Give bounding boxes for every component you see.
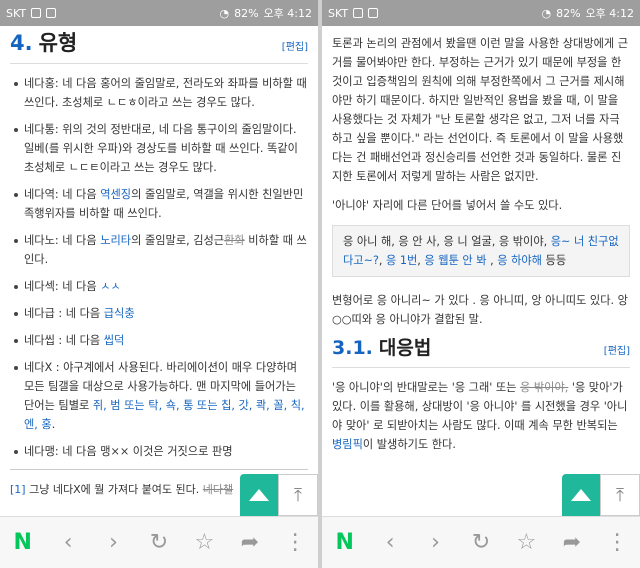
browser-toolbar: N ‹ › ↻ ☆ ➦ ⋮ — [0, 516, 318, 568]
reload-icon[interactable]: ↻ — [466, 530, 496, 555]
paragraph: '아니야' 자리에 다른 단어를 넣어서 쓸 수도 있다. — [332, 199, 563, 212]
forward-icon[interactable]: › — [421, 530, 451, 555]
paragraph: 변형어로 응 아니리~ 가 있다 . 응 아니띠, 앙 아니띠도 있다. 앙○○… — [332, 294, 628, 326]
wiki-link[interactable]: 씹덕 — [104, 334, 125, 347]
triangle-up-icon — [249, 489, 269, 501]
wiki-link[interactable]: 노리타 — [100, 234, 131, 247]
carrier-label: SKT — [6, 6, 27, 20]
floating-buttons: ⤒ — [240, 474, 318, 516]
section-title: 유형 — [38, 31, 78, 55]
edit-link[interactable]: [편집] — [604, 342, 630, 361]
section-number: 4. — [10, 31, 33, 55]
list-item: 네다홍: 네 다음 홍어의 줄임말로, 전라도와 좌파를 비하할 때 쓰인다. … — [14, 74, 308, 112]
more-icon[interactable]: ⋮ — [602, 530, 632, 555]
wiki-link[interactable]: 응 하야해 — [497, 254, 542, 267]
triangle-up-icon — [571, 489, 591, 501]
paragraph: 토론과 논리의 관점에서 봤을땐 이런 말을 사용한 상대방에게 근거를 물어봐… — [332, 37, 629, 183]
quote-box: 응 아니 해, 응 안 사, 응 니 얼굴, 응 밖이야, 응~ 너 친구없다고… — [332, 225, 630, 277]
edit-link[interactable]: [편집] — [282, 38, 308, 57]
notification-icon — [31, 8, 42, 18]
list-item: 네다통: 위의 것의 정반대로, 네 다음 통구이의 줄임말이다. 일베(를 위… — [14, 120, 308, 177]
bookmark-icon[interactable]: ☆ — [511, 530, 541, 555]
wiki-link[interactable]: 응 웹툰 안 봐 — [424, 254, 486, 267]
scroll-up-button[interactable] — [562, 474, 600, 516]
wiki-link[interactable]: 병림픽 — [332, 438, 363, 451]
article-content: 토론과 논리의 관점에서 봤을땐 이런 말을 사용한 상대방에게 근거를 물어봐… — [322, 26, 640, 516]
scroll-top-button[interactable]: ⤒ — [278, 474, 318, 516]
list-item: 네다맹: 네 다음 맹×× 이것은 거짓으로 판명 — [14, 442, 308, 461]
list-item: 네다역: 네 다음 역센징의 줄임말로, 역갤을 위시한 친일반민족행위자를 비… — [14, 185, 308, 223]
floating-buttons: ⤒ — [562, 474, 640, 516]
wiki-link[interactable]: ㅅㅅ — [100, 280, 121, 293]
subsection-title: 대응법 — [378, 337, 432, 359]
article-content: 4. 유형 [편집] 네다홍: 네 다음 홍어의 줄임말로, 전라도와 좌파를 … — [0, 26, 318, 516]
subsection-heading: 3.1. 대응법 [편집] — [332, 339, 630, 368]
share-icon[interactable]: ➦ — [235, 530, 265, 555]
battery-label: 82% — [556, 6, 581, 20]
wiki-link[interactable]: 급식충 — [104, 307, 135, 320]
notification-icon — [353, 8, 364, 18]
back-icon[interactable]: ‹ — [375, 530, 405, 555]
right-screen: SKT ◔ 82% 오후 4:12 토론과 논리의 관점에서 봤을땐 이런 말을… — [322, 0, 640, 568]
footnote-ref[interactable]: [1] — [10, 483, 26, 496]
type-list: 네다홍: 네 다음 홍어의 줄임말로, 전라도와 좌파를 비하할 때 쓰인다. … — [10, 74, 308, 461]
section-heading: 4. 유형 [편집] — [10, 31, 308, 64]
bookmark-icon[interactable]: ☆ — [189, 530, 219, 555]
reload-icon[interactable]: ↻ — [144, 530, 174, 555]
naver-logo-icon[interactable]: N — [330, 530, 360, 555]
wifi-icon: ◔ — [219, 6, 230, 20]
message-icon — [368, 8, 379, 18]
more-icon[interactable]: ⋮ — [280, 530, 310, 555]
wiki-link[interactable]: 응 1번 — [386, 254, 417, 267]
arrow-top-icon: ⤒ — [294, 484, 302, 506]
arrow-top-icon: ⤒ — [616, 484, 624, 506]
left-screen: SKT ◔ 82% 오후 4:12 4. 유형 [편집] 네다홍: 네 다음 홍… — [0, 0, 318, 568]
list-item: 네다씹 : 네 다음 씹덕 — [14, 331, 308, 350]
share-icon[interactable]: ➦ — [557, 530, 587, 555]
status-bar: SKT ◔ 82% 오후 4:12 — [0, 0, 318, 26]
list-item: 네다섹: 네 다음 ㅅㅅ — [14, 277, 308, 296]
status-bar: SKT ◔ 82% 오후 4:12 — [322, 0, 640, 26]
time-label: 오후 4:12 — [585, 7, 634, 20]
scroll-up-button[interactable] — [240, 474, 278, 516]
list-item: 네다노: 네 다음 노리타의 줄임말로, 김성근환화 비하할 때 쓰인다. — [14, 231, 308, 269]
time-label: 오후 4:12 — [263, 7, 312, 20]
list-item: 네다X : 야구계에서 사용된다. 바리에이션이 매우 다양하며 모든 팀갤을 … — [14, 358, 308, 434]
battery-label: 82% — [234, 6, 259, 20]
subsection-number: 3.1. — [332, 337, 373, 359]
browser-toolbar: N ‹ › ↻ ☆ ➦ ⋮ — [322, 516, 640, 568]
list-item: 네다급 : 네 다음 급식충 — [14, 304, 308, 323]
carrier-label: SKT — [328, 6, 349, 20]
scroll-top-button[interactable]: ⤒ — [600, 474, 640, 516]
paragraph: '응 아니야'의 반대말로는 '응 그래' 또는 응 밖이야, '응 맞아'가 … — [332, 381, 628, 451]
forward-icon[interactable]: › — [99, 530, 129, 555]
naver-logo-icon[interactable]: N — [8, 530, 38, 555]
wiki-link[interactable]: 역센징 — [100, 188, 131, 201]
wifi-icon: ◔ — [541, 6, 552, 20]
message-icon — [46, 8, 57, 18]
back-icon[interactable]: ‹ — [53, 530, 83, 555]
